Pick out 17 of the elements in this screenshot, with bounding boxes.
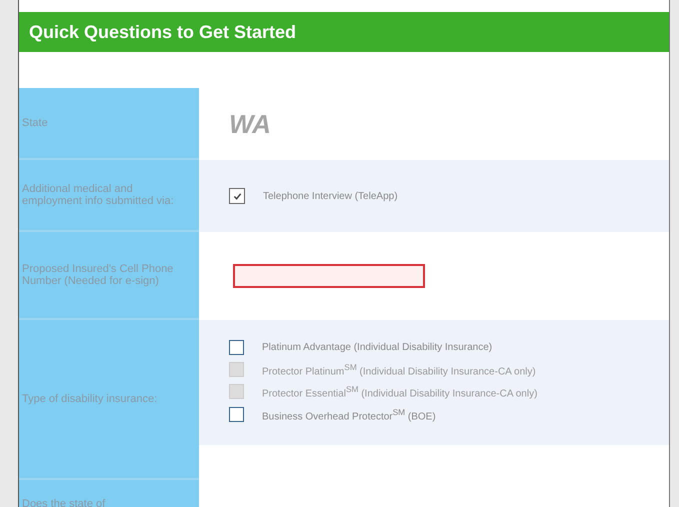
option-label: Platinum Advantage (Individual Disability Insurance) bbox=[262, 342, 492, 353]
option-label: Business Overhead Protector$^{SM}$ (BOE) bbox=[262, 406, 436, 422]
checkbox[interactable] bbox=[229, 340, 244, 355]
check-icon bbox=[232, 192, 242, 200]
option-label: Telephone Interview (TeleApp) bbox=[263, 190, 398, 202]
field-label: Type of disability insurance: bbox=[22, 393, 158, 405]
option-label: Protector Essential$^{SM}$ (Individual Disability Insurance-CA only) bbox=[262, 384, 538, 400]
state-value: WA bbox=[229, 108, 271, 140]
field-label: Proposed Insured's Cell Phone Number (Needed for e-sign) bbox=[22, 263, 174, 287]
field-label: State bbox=[22, 117, 48, 129]
input-field[interactable] bbox=[233, 264, 425, 288]
checkbox[interactable] bbox=[229, 188, 245, 204]
option-label: Protector Platinum$^{SM}$ (Individual Disability Insurance-CA only) bbox=[262, 362, 536, 378]
field-label: Additional medical and employment info submitted via: bbox=[22, 183, 175, 207]
field-label: Does the state of bbox=[22, 498, 106, 507]
header-title: Quick Questions to Get Started bbox=[29, 22, 296, 42]
checkbox[interactable] bbox=[229, 406, 244, 422]
